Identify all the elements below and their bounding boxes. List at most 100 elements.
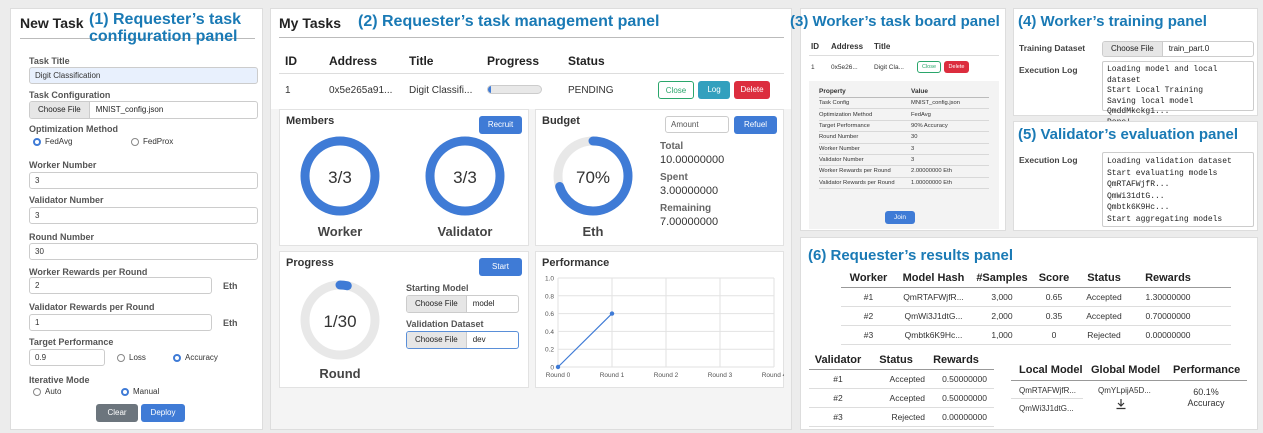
validator-rewards-label: Validator Rewards per Round (29, 302, 155, 312)
board-row-title: Digit Cla... (874, 64, 904, 71)
validator-header-row: Validator Status Rewards (809, 354, 994, 370)
close-task-button[interactable]: Close (658, 81, 694, 99)
prop-header: Property (819, 88, 846, 95)
col-status: Status (568, 54, 605, 68)
table-cell: #3 (863, 330, 874, 340)
worker-rewards-input[interactable]: 2 (29, 277, 212, 294)
worker-col-header: #Samples (976, 272, 1028, 284)
table-cell: #1 (833, 374, 843, 384)
validator-count: 3/3 (453, 168, 477, 187)
start-button[interactable]: Start (479, 258, 522, 276)
x-tick-label: Round 0 (546, 372, 571, 379)
clear-button[interactable]: Clear (96, 404, 138, 422)
choose-file-button[interactable]: Choose File (1103, 42, 1163, 56)
col-progress: Progress (487, 54, 540, 68)
prop-row: Validator Rewards per Round 1.00000000 Et… (819, 178, 989, 189)
y-tick-label: 0.8 (545, 293, 554, 300)
board-close-button[interactable]: Close (917, 61, 941, 73)
validator-log-label: Execution Log (1019, 155, 1078, 165)
table-cell: 0.00000000 (942, 412, 987, 422)
starting-model-label: Starting Model (406, 283, 469, 293)
radio-loss[interactable]: Loss (117, 353, 146, 362)
validator-rewards-input[interactable]: 1 (29, 314, 212, 331)
radio-dot-icon (33, 387, 41, 396)
deploy-button[interactable]: Deploy (141, 404, 185, 422)
refuel-button[interactable]: Refuel (734, 116, 777, 134)
caption-1: (1) Requester’s task configuration panel (89, 11, 242, 45)
radio-fedavg[interactable]: FedAvg (33, 137, 72, 146)
prop-row: Round Number 30 (819, 132, 989, 144)
delete-task-button[interactable]: Delete (734, 81, 770, 99)
task-title-input[interactable]: Digit Classification (29, 67, 258, 84)
radio-dot-icon (131, 137, 139, 146)
members-card: Members Recruit 3/3 Worker 3/3 Validator (279, 109, 529, 246)
prop-row: Optimization Method FedAvg (819, 109, 989, 121)
prop-value: 1.00000000 Eth (911, 179, 952, 186)
table-cell: QmWi3J1dtG... (904, 311, 963, 321)
worker-rewards-label: Worker Rewards per Round (29, 267, 148, 277)
performance-title: Performance (542, 257, 610, 269)
validator-log-line: Start evaluating models (1107, 168, 1218, 178)
table-cell: Accepted (889, 374, 925, 384)
caption-2: (2) Requester’s task management panel (358, 13, 660, 30)
board-delete-button[interactable]: Delete (944, 61, 969, 73)
download-icon[interactable] (1115, 398, 1127, 410)
board-row-id: 1 (811, 64, 815, 71)
choose-file-button[interactable]: Choose File (30, 102, 90, 118)
task-row-id: 1 (285, 85, 291, 96)
validator-log-line: Loading validation dataset (1107, 157, 1232, 166)
global-model-hash: QmYLpijA5D... (1098, 386, 1151, 395)
total-value: 10.00000000 (660, 154, 725, 166)
radio-manual[interactable]: Manual (121, 387, 159, 396)
members-title: Members (286, 115, 335, 127)
log-button[interactable]: Log (698, 81, 730, 99)
target-performance-input[interactable]: 0.9 (29, 349, 105, 366)
starting-model-file-input[interactable]: Choose File model (406, 295, 519, 313)
model-filename: model (472, 299, 495, 308)
task-row-title: Digit Classifi... (409, 85, 473, 96)
task-config-file-input[interactable]: Choose File MNIST_config.json (29, 101, 258, 119)
iterative-mode-label: Iterative Mode (29, 375, 90, 385)
spent-value: 3.00000000 (660, 185, 719, 197)
prop-key: Worker Number (819, 145, 860, 152)
performance-value: 60.1% (1193, 387, 1219, 397)
training-log-line: Loading model and local dataset (1107, 65, 1218, 85)
my-tasks-title: My Tasks (279, 15, 341, 31)
round-number-input[interactable]: 30 (29, 243, 258, 260)
training-dataset-file-input[interactable]: Choose File train_part.0 (1102, 41, 1254, 57)
validator-col-header: Status (879, 354, 913, 366)
prop-key: Task Config (819, 100, 850, 107)
worker-label: Worker (317, 224, 363, 239)
x-tick-label: Round 4 (762, 372, 784, 379)
table-row: #3 Rejected 0.00000000 (809, 408, 994, 427)
caption-4: (4) Worker’s training panel (1018, 13, 1207, 30)
worker-col-header: Worker (849, 272, 888, 284)
target-performance-label: Target Performance (29, 337, 114, 347)
validation-dataset-file-input[interactable]: Choose File dev (406, 331, 519, 349)
total-label: Total (660, 141, 684, 152)
choose-file-button[interactable]: Choose File (407, 296, 467, 312)
prop-value: 2.00000000 Eth (911, 168, 952, 175)
results-panel: Worker Model Hash #Samples Score Status Rewar… (800, 237, 1258, 430)
round-count: 1/30 (323, 312, 357, 331)
worker-number-input[interactable]: 3 (29, 172, 258, 189)
radio-accuracy[interactable]: Accuracy (173, 353, 218, 362)
radio-fedprox[interactable]: FedProx (131, 137, 173, 146)
validator-col-header: Rewards (933, 354, 979, 366)
training-log: Loading model and local dataset Start Lo… (1102, 61, 1254, 127)
recruit-button[interactable]: Recruit (479, 116, 522, 134)
validator-rewards-unit: Eth (223, 318, 238, 328)
radio-dot-icon (121, 387, 129, 396)
table-cell: Accepted (1086, 311, 1122, 321)
choose-file-button[interactable]: Choose File (407, 332, 467, 348)
prop-key: Optimization Method (819, 111, 873, 118)
table-cell: 0 (1051, 330, 1057, 340)
table-cell: #2 (863, 311, 874, 321)
local-model-2: QmWi3J1dtG... (1019, 404, 1074, 413)
join-button[interactable]: Join (885, 211, 915, 224)
validator-number-input[interactable]: 3 (29, 207, 258, 224)
amount-input[interactable]: Amount (665, 116, 729, 133)
table-cell: QmRTAFWjfR... (903, 292, 964, 302)
radio-auto[interactable]: Auto (33, 387, 61, 396)
local-model-1: QmRTAFWjfR... (1019, 386, 1077, 395)
